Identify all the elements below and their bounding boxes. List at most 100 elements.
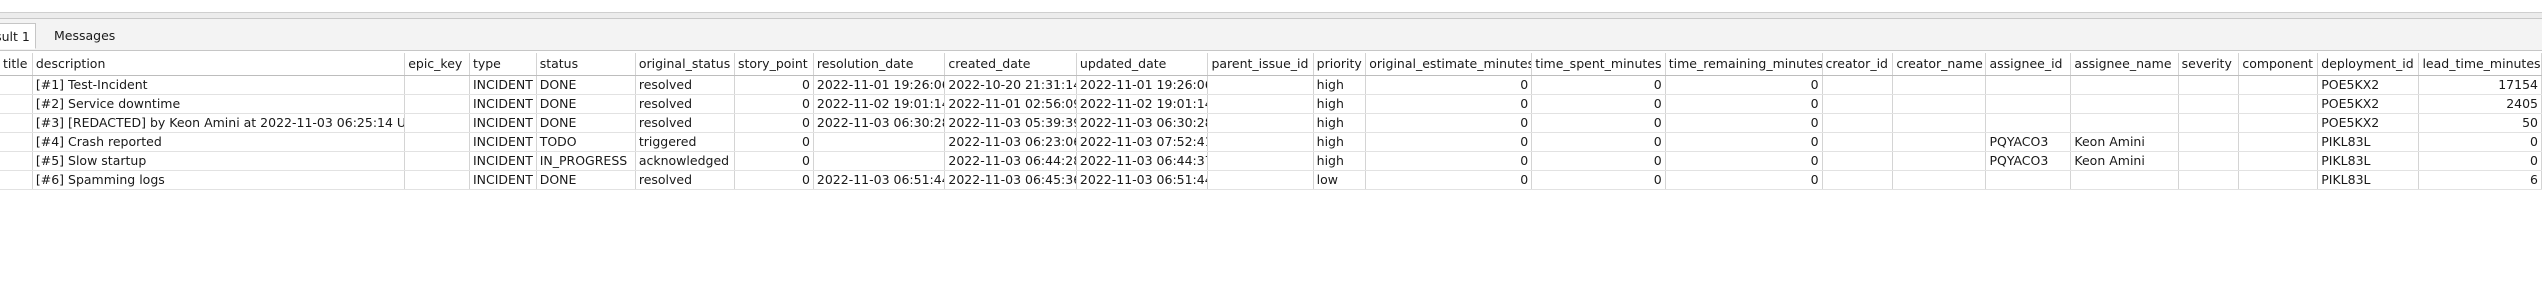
column-header-time-spent-minutes[interactable]: time_spent_minutes	[1531, 53, 1666, 76]
cell-time-remaining-minutes[interactable]: 0	[1665, 132, 1823, 152]
cell-severity[interactable]	[2178, 94, 2240, 114]
cell-type[interactable]: INCIDENT	[469, 132, 537, 152]
cell-time-spent-minutes[interactable]: 0	[1531, 151, 1666, 171]
column-header-deployment-id[interactable]: deployment_id	[2317, 53, 2420, 76]
table-row[interactable]: [#6] Spamming logs INCIDENT DONE resolved 0 2…	[0, 170, 2542, 190]
cell-lead-time-minutes[interactable]: 50	[2418, 113, 2542, 133]
cell-story-point[interactable]: 0	[734, 94, 814, 114]
cell-status[interactable]: DONE	[536, 170, 636, 190]
cell-original-status[interactable]: resolved	[635, 94, 735, 114]
cell-creator-id[interactable]	[1822, 170, 1894, 190]
cell-original-status[interactable]: resolved	[635, 75, 735, 95]
tab-result-1[interactable]: sult 1	[0, 23, 36, 49]
cell-creator-id[interactable]	[1822, 132, 1894, 152]
cell-description[interactable]: [#3] [REDACTED] by Keon Amini at 2022-11…	[32, 113, 406, 133]
cell-epic-key[interactable]	[404, 132, 470, 152]
column-header-component[interactable]: component	[2238, 53, 2319, 76]
cell-original-status[interactable]: resolved	[635, 113, 735, 133]
cell-parent-issue-id[interactable]	[1207, 75, 1314, 95]
cell-time-spent-minutes[interactable]: 0	[1531, 75, 1666, 95]
cell-lead-time-minutes[interactable]: 0	[2418, 151, 2542, 171]
cell-assignee-name[interactable]: Keon Amini	[2070, 151, 2179, 171]
cell-assignee-name[interactable]	[2070, 94, 2179, 114]
cell-original-estimate-minutes[interactable]: 0	[1365, 151, 1533, 171]
cell-status[interactable]: TODO	[536, 132, 636, 152]
cell-resolution-date[interactable]: 2022-11-02 19:01:14	[813, 94, 946, 114]
column-header-parent-issue-id[interactable]: parent_issue_id	[1207, 53, 1314, 76]
cell-original-status[interactable]: resolved	[635, 170, 735, 190]
cell-type[interactable]: INCIDENT	[469, 94, 537, 114]
cell-time-remaining-minutes[interactable]: 0	[1665, 113, 1823, 133]
cell-creator-name[interactable]	[1892, 94, 1987, 114]
cell-component[interactable]	[2238, 132, 2319, 152]
cell-updated-date[interactable]: 2022-11-01 19:26:06	[1076, 75, 1209, 95]
cell-creator-name[interactable]	[1892, 170, 1987, 190]
cell-original-estimate-minutes[interactable]: 0	[1365, 94, 1533, 114]
cell-story-point[interactable]: 0	[734, 75, 814, 95]
cell-component[interactable]	[2238, 151, 2319, 171]
table-row[interactable]: [#2] Service downtime INCIDENT DONE resolve…	[0, 94, 2542, 114]
table-row[interactable]: [#3] [REDACTED] by Keon Amini at 2022-11…	[0, 113, 2542, 133]
cell-assignee-name[interactable]	[2070, 170, 2179, 190]
cell-status[interactable]: DONE	[536, 75, 636, 95]
cell-component[interactable]	[2238, 94, 2319, 114]
column-header-description[interactable]: description	[32, 53, 406, 76]
cell-resolution-date[interactable]: 2022-11-01 19:26:06	[813, 75, 946, 95]
cell-lead-time-minutes[interactable]: 17154	[2418, 75, 2542, 95]
cell-priority[interactable]: high	[1313, 113, 1367, 133]
cell-lead-time-minutes[interactable]: 2405	[2418, 94, 2542, 114]
column-header-type[interactable]: type	[469, 53, 537, 76]
cell-type[interactable]: INCIDENT	[469, 113, 537, 133]
cell-story-point[interactable]: 0	[734, 113, 814, 133]
cell-assignee-id[interactable]	[1985, 94, 2072, 114]
cell-title[interactable]	[0, 94, 33, 114]
column-header-priority[interactable]: priority	[1313, 53, 1367, 76]
table-row[interactable]: [#5] Slow startup INCIDENT IN_PROGRESS ackn…	[0, 151, 2542, 171]
cell-created-date[interactable]: 2022-11-03 05:39:39	[944, 113, 1077, 133]
column-header-lead-time-minutes[interactable]: lead_time_minutes	[2418, 53, 2542, 76]
cell-title[interactable]	[0, 132, 33, 152]
cell-updated-date[interactable]: 2022-11-03 06:44:37	[1076, 151, 1209, 171]
cell-original-estimate-minutes[interactable]: 0	[1365, 75, 1533, 95]
cell-epic-key[interactable]	[404, 151, 470, 171]
column-header-time-remaining-minutes[interactable]: time_remaining_minutes	[1665, 53, 1823, 76]
cell-deployment-id[interactable]: PIKL83L	[2317, 170, 2420, 190]
column-header-original-estimate-minutes[interactable]: original_estimate_minutes	[1365, 53, 1533, 76]
column-header-updated-date[interactable]: updated_date	[1076, 53, 1209, 76]
cell-story-point[interactable]: 0	[734, 170, 814, 190]
cell-description[interactable]: [#1] Test-Incident	[32, 75, 406, 95]
cell-story-point[interactable]: 0	[734, 151, 814, 171]
column-header-creator-id[interactable]: creator_id	[1822, 53, 1894, 76]
cell-priority[interactable]: high	[1313, 75, 1367, 95]
cell-deployment-id[interactable]: PIKL83L	[2317, 132, 2420, 152]
cell-deployment-id[interactable]: PIKL83L	[2317, 151, 2420, 171]
cell-status[interactable]: IN_PROGRESS	[536, 151, 636, 171]
cell-story-point[interactable]: 0	[734, 132, 814, 152]
cell-parent-issue-id[interactable]	[1207, 94, 1314, 114]
cell-updated-date[interactable]: 2022-11-03 06:30:28	[1076, 113, 1209, 133]
cell-time-remaining-minutes[interactable]: 0	[1665, 170, 1823, 190]
cell-creator-id[interactable]	[1822, 75, 1894, 95]
cell-status[interactable]: DONE	[536, 94, 636, 114]
cell-severity[interactable]	[2178, 151, 2240, 171]
cell-assignee-name[interactable]: Keon Amini	[2070, 132, 2179, 152]
cell-lead-time-minutes[interactable]: 6	[2418, 170, 2542, 190]
cell-creator-name[interactable]	[1892, 132, 1987, 152]
cell-type[interactable]: INCIDENT	[469, 151, 537, 171]
column-header-epic-key[interactable]: epic_key	[404, 53, 470, 76]
cell-updated-date[interactable]: 2022-11-03 07:52:41	[1076, 132, 1209, 152]
column-header-original-status[interactable]: original_status	[635, 53, 735, 76]
cell-created-date[interactable]: 2022-11-03 06:44:28	[944, 151, 1077, 171]
cell-creator-id[interactable]	[1822, 94, 1894, 114]
cell-time-remaining-minutes[interactable]: 0	[1665, 75, 1823, 95]
column-header-story-point[interactable]: story_point	[734, 53, 814, 76]
cell-parent-issue-id[interactable]	[1207, 113, 1314, 133]
cell-epic-key[interactable]	[404, 75, 470, 95]
cell-original-estimate-minutes[interactable]: 0	[1365, 113, 1533, 133]
cell-epic-key[interactable]	[404, 94, 470, 114]
cell-component[interactable]	[2238, 170, 2319, 190]
cell-time-spent-minutes[interactable]: 0	[1531, 113, 1666, 133]
cell-time-remaining-minutes[interactable]: 0	[1665, 151, 1823, 171]
cell-original-status[interactable]: acknowledged	[635, 151, 735, 171]
cell-component[interactable]	[2238, 113, 2319, 133]
